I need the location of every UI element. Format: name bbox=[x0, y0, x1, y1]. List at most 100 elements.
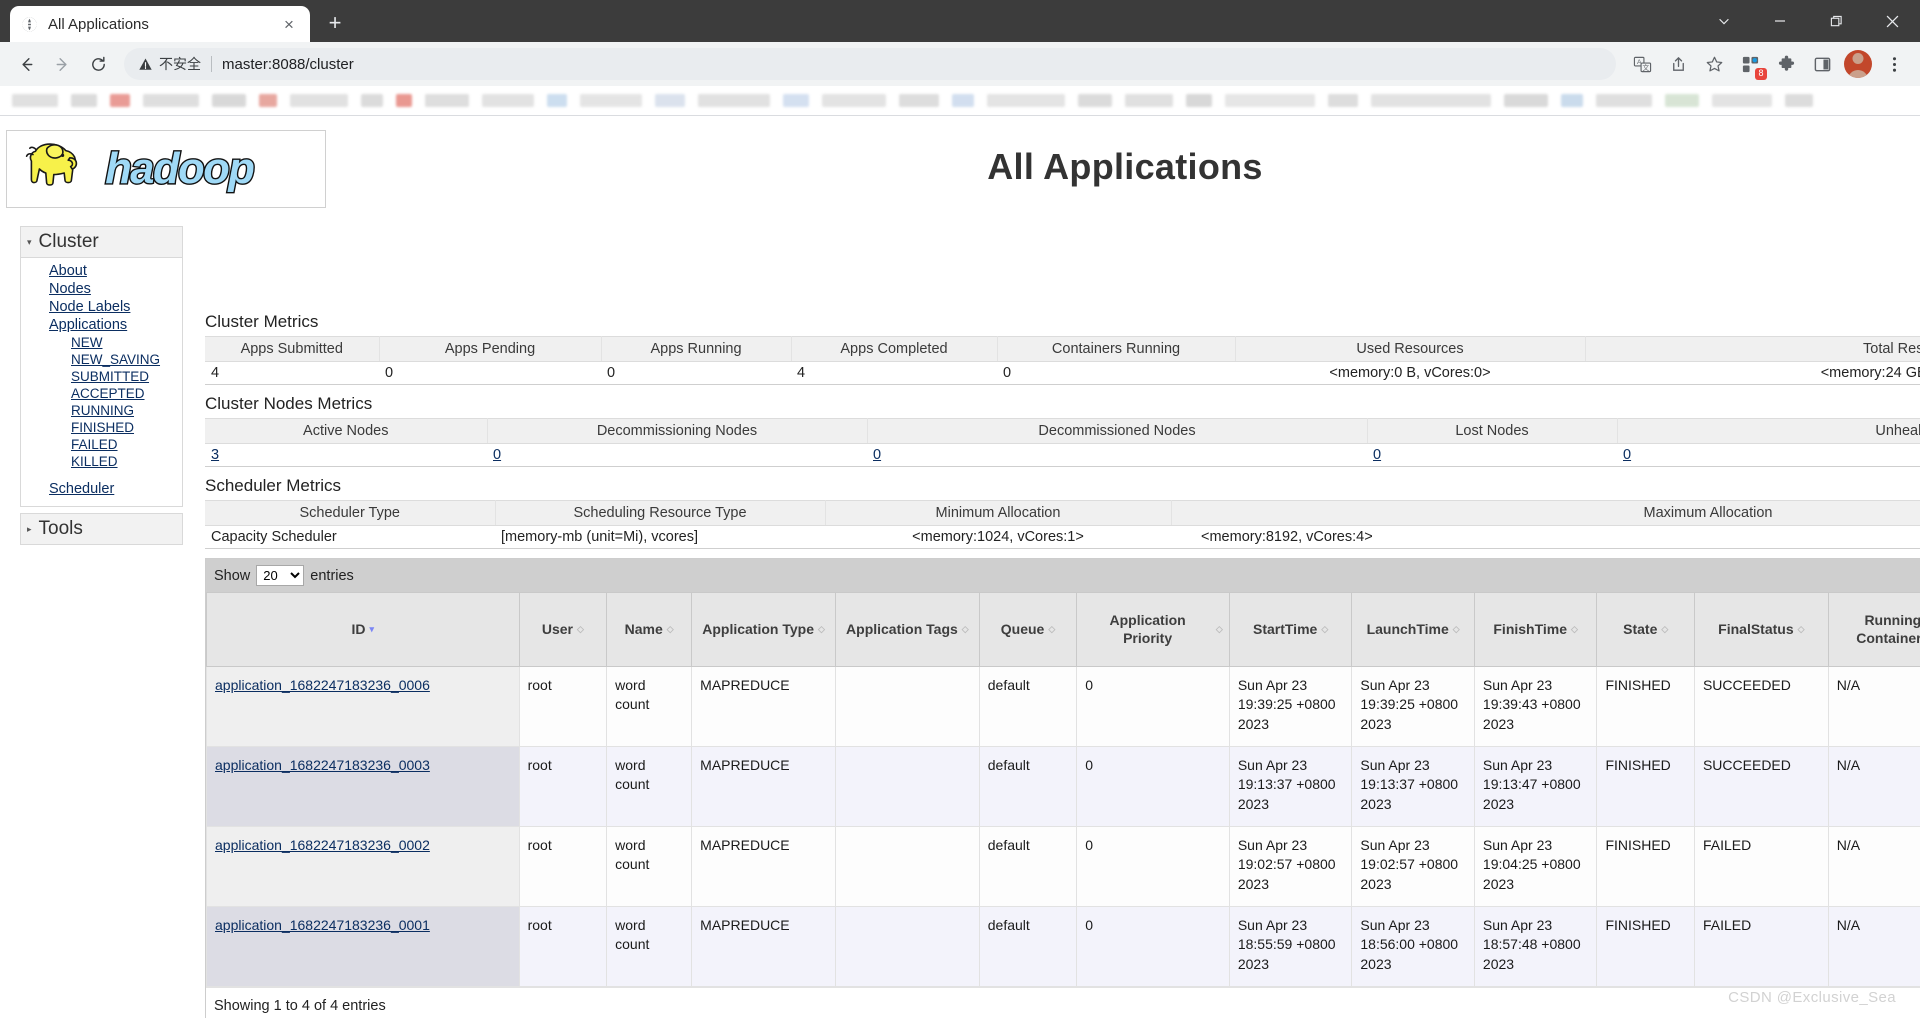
sidebar-item-accepted[interactable]: ACCEPTED bbox=[21, 385, 182, 402]
bookmark-item[interactable] bbox=[698, 94, 770, 107]
bookmark-item[interactable] bbox=[655, 94, 685, 107]
not-secure-warning[interactable]: 不安全 bbox=[138, 54, 201, 74]
bookmark-item[interactable] bbox=[822, 94, 886, 107]
sidebar-item-scheduler[interactable]: Scheduler bbox=[21, 480, 182, 498]
bookmark-item[interactable] bbox=[1785, 94, 1813, 107]
sidebar-item-finished[interactable]: FINISHED bbox=[21, 419, 182, 436]
minimize-icon[interactable] bbox=[1752, 0, 1808, 42]
sidepanel-icon[interactable] bbox=[1804, 46, 1840, 82]
close-tab-icon[interactable]: × bbox=[278, 13, 300, 35]
col-id[interactable]: ID ▾ bbox=[206, 592, 520, 667]
sidebar-item-killed[interactable]: KILLED bbox=[21, 453, 182, 470]
col-application-priority[interactable]: Application Priority ◇ bbox=[1076, 592, 1230, 667]
col-finish-time[interactable]: FinishTime ◇ bbox=[1473, 592, 1598, 667]
bookmark-item[interactable] bbox=[12, 94, 58, 107]
col-application-tags[interactable]: Application Tags ◇ bbox=[834, 592, 980, 667]
decommissioned-nodes-link[interactable]: 0 bbox=[873, 447, 881, 463]
application-id-link[interactable]: application_1682247183236_0001 bbox=[215, 917, 430, 933]
tab-search-chevron-icon[interactable] bbox=[1696, 0, 1752, 42]
bookmark-item[interactable] bbox=[425, 94, 469, 107]
sidebar-item-node-labels[interactable]: Node Labels bbox=[21, 298, 182, 316]
avatar[interactable] bbox=[1840, 46, 1876, 82]
bookmark-item[interactable] bbox=[1665, 94, 1699, 107]
bookmark-item[interactable] bbox=[1561, 94, 1583, 107]
bookmark-item[interactable] bbox=[1125, 94, 1173, 107]
col-state[interactable]: State ◇ bbox=[1596, 592, 1695, 667]
sidebar-item-nodes[interactable]: Nodes bbox=[21, 280, 182, 298]
nav-header-cluster[interactable]: ▾ Cluster bbox=[21, 227, 182, 258]
chrome-menu-icon[interactable] bbox=[1876, 46, 1912, 82]
translate-icon[interactable]: A 文 bbox=[1624, 46, 1660, 82]
close-window-icon[interactable] bbox=[1864, 0, 1920, 42]
bookmark-item[interactable] bbox=[396, 94, 412, 107]
active-nodes-link[interactable]: 3 bbox=[211, 447, 219, 463]
sidebar-item-running[interactable]: RUNNING bbox=[21, 402, 182, 419]
bookmark-item[interactable] bbox=[1225, 94, 1315, 107]
sidebar-item-about[interactable]: About bbox=[21, 262, 182, 280]
puzzle-extensions-icon[interactable] bbox=[1768, 46, 1804, 82]
address-bar[interactable]: 不安全 master:8088/cluster bbox=[124, 48, 1616, 80]
application-id-link[interactable]: application_1682247183236_0006 bbox=[215, 677, 430, 693]
bookmark-item[interactable] bbox=[987, 94, 1065, 107]
application-id-link[interactable]: application_1682247183236_0002 bbox=[215, 837, 430, 853]
sort-icon[interactable]: ◇ bbox=[667, 625, 674, 634]
col-launch-time[interactable]: LaunchTime ◇ bbox=[1351, 592, 1475, 667]
bookmark-item[interactable] bbox=[580, 94, 642, 107]
lost-nodes-link[interactable]: 0 bbox=[1373, 447, 1381, 463]
bookmark-item[interactable] bbox=[1078, 94, 1112, 107]
new-tab-button[interactable]: + bbox=[318, 6, 352, 40]
bookmark-item[interactable] bbox=[1596, 94, 1652, 107]
sort-icon[interactable]: ◇ bbox=[1661, 625, 1668, 634]
bookmark-item[interactable] bbox=[547, 94, 567, 107]
unhealthy-nodes-link[interactable]: 0 bbox=[1623, 447, 1631, 463]
url-text[interactable]: master:8088/cluster bbox=[222, 56, 354, 73]
bookmarks-bar[interactable] bbox=[0, 86, 1920, 116]
bookmark-item[interactable] bbox=[71, 94, 97, 107]
sidebar-item-failed[interactable]: FAILED bbox=[21, 436, 182, 453]
sort-icon[interactable]: ◇ bbox=[1216, 625, 1223, 634]
sort-desc-icon[interactable]: ▾ bbox=[370, 625, 375, 634]
share-icon[interactable] bbox=[1660, 46, 1696, 82]
col-running-containers[interactable]: Running Containers◇ bbox=[1827, 592, 1920, 667]
sidebar-item-new-saving[interactable]: NEW_SAVING bbox=[21, 351, 182, 368]
bookmark-item[interactable] bbox=[259, 94, 277, 107]
col-application-type[interactable]: Application Type ◇ bbox=[691, 592, 836, 667]
bookmark-item[interactable] bbox=[1712, 94, 1772, 107]
bookmark-item[interactable] bbox=[482, 94, 534, 107]
bookmark-item[interactable] bbox=[110, 94, 130, 107]
application-id-link[interactable]: application_1682247183236_0003 bbox=[215, 757, 430, 773]
nav-header-tools[interactable]: ▸ Tools bbox=[21, 514, 182, 544]
decommissioning-nodes-link[interactable]: 0 bbox=[493, 447, 501, 463]
sort-icon[interactable]: ◇ bbox=[577, 625, 584, 634]
sort-icon[interactable]: ◇ bbox=[818, 625, 825, 634]
bookmark-item[interactable] bbox=[212, 94, 246, 107]
bookmark-item[interactable] bbox=[143, 94, 199, 107]
reload-icon[interactable] bbox=[80, 46, 116, 82]
bookmark-item[interactable] bbox=[783, 94, 809, 107]
bookmark-star-icon[interactable] bbox=[1696, 46, 1732, 82]
forward-icon[interactable] bbox=[44, 46, 80, 82]
bookmark-item[interactable] bbox=[1328, 94, 1358, 107]
bookmark-item[interactable] bbox=[290, 94, 348, 107]
sort-icon[interactable]: ◇ bbox=[1321, 625, 1328, 634]
page-size-select[interactable]: 20 50 100 bbox=[256, 565, 305, 586]
col-queue[interactable]: Queue ◇ bbox=[978, 592, 1078, 667]
bookmark-item[interactable] bbox=[952, 94, 974, 107]
sidebar-item-submitted[interactable]: SUBMITTED bbox=[21, 368, 182, 385]
sort-icon[interactable]: ◇ bbox=[1048, 625, 1055, 634]
bookmark-item[interactable] bbox=[1504, 94, 1548, 107]
bookmark-item[interactable] bbox=[361, 94, 383, 107]
col-final-status[interactable]: FinalStatus ◇ bbox=[1693, 592, 1829, 667]
maximize-icon[interactable] bbox=[1808, 0, 1864, 42]
back-icon[interactable] bbox=[8, 46, 44, 82]
bookmark-item[interactable] bbox=[1186, 94, 1212, 107]
bookmark-item[interactable] bbox=[1371, 94, 1491, 107]
sort-icon[interactable]: ◇ bbox=[1453, 625, 1460, 634]
browser-tab[interactable]: All Applications × bbox=[10, 6, 310, 42]
bookmark-item[interactable] bbox=[899, 94, 939, 107]
sidebar-item-new[interactable]: NEW bbox=[21, 334, 182, 351]
hadoop-logo[interactable]: hadoop bbox=[6, 130, 326, 208]
sidebar-item-applications[interactable]: Applications bbox=[21, 316, 182, 334]
sort-icon[interactable]: ◇ bbox=[962, 625, 969, 634]
col-user[interactable]: User ◇ bbox=[518, 592, 608, 667]
